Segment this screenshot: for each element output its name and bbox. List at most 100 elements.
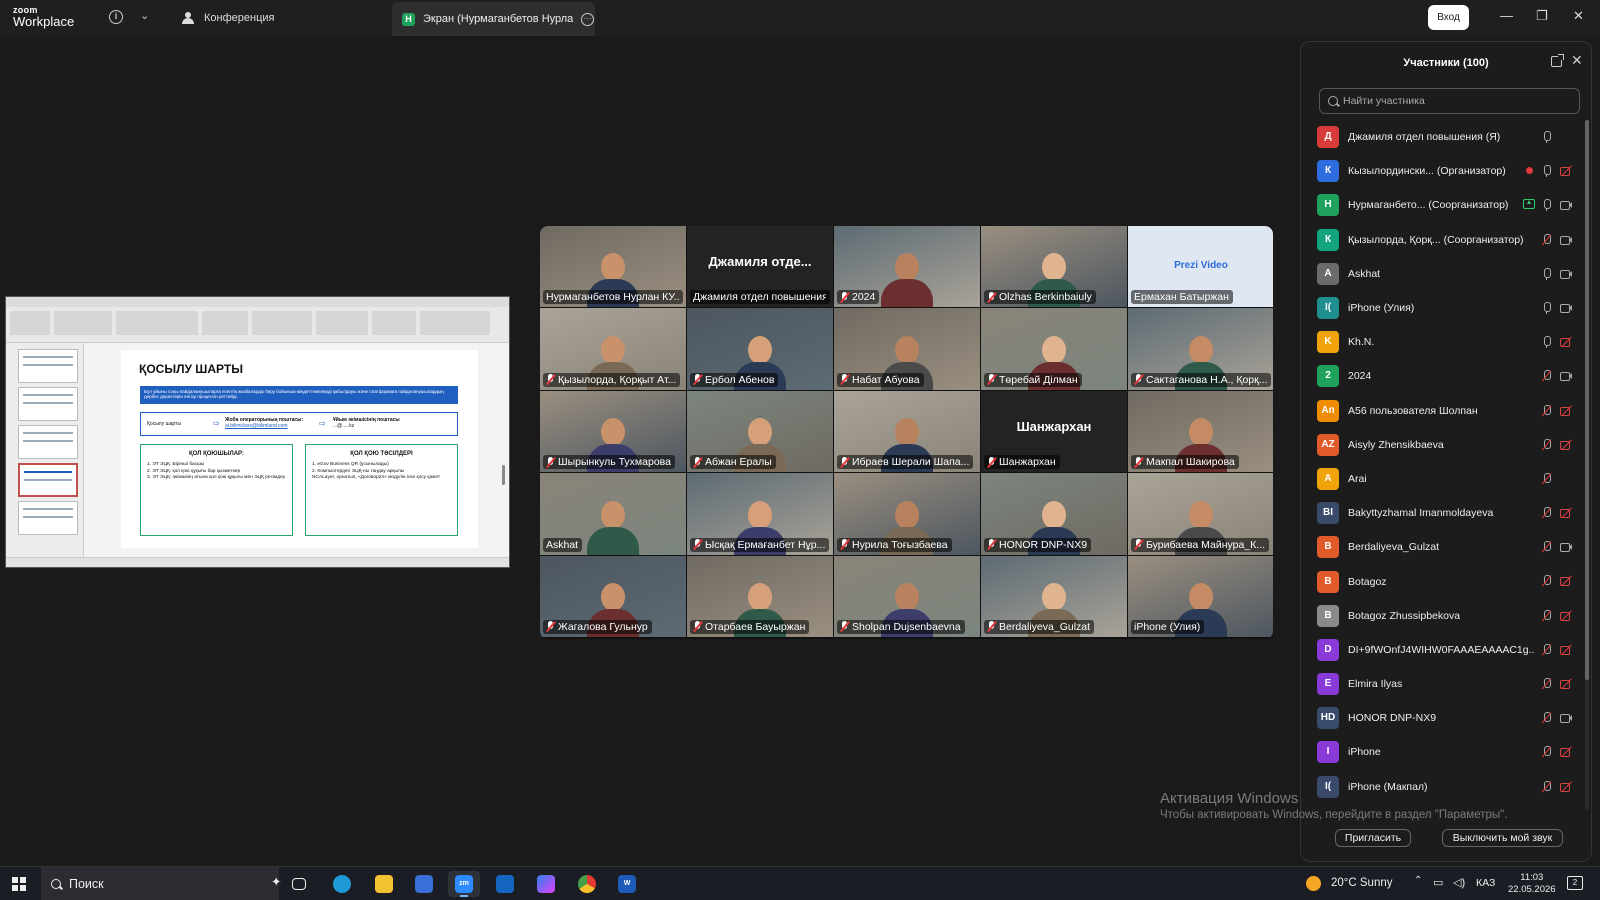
- outlook-icon[interactable]: [489, 871, 521, 897]
- camera-icon[interactable]: [1560, 541, 1572, 553]
- store-icon[interactable]: [408, 871, 440, 897]
- microphone-icon[interactable]: [1541, 336, 1553, 349]
- task-view-icon[interactable]: [283, 871, 315, 897]
- popout-icon[interactable]: [1551, 54, 1564, 67]
- sun-icon[interactable]: [1306, 876, 1321, 891]
- mic-muted-icon[interactable]: [1541, 370, 1553, 382]
- volume-icon[interactable]: ◁): [1453, 876, 1465, 889]
- participant-list-scrollbar[interactable]: [1585, 120, 1589, 810]
- microphone-icon[interactable]: [1541, 301, 1553, 314]
- tab-shared-screen[interactable]: Н Экран (Нурмаганбетов Нурлан КУ ···: [392, 2, 595, 36]
- participant-row[interactable]: A Askhat: [1301, 257, 1585, 291]
- video-tile[interactable]: Төребай Ділман: [981, 308, 1127, 390]
- microphone-icon[interactable]: [1541, 165, 1553, 178]
- mic-muted-icon[interactable]: [1541, 507, 1553, 519]
- video-tile[interactable]: Набат Абуова: [834, 308, 980, 390]
- video-tile[interactable]: Olzhas Berkinbaiuly: [981, 226, 1127, 308]
- participant-row[interactable]: B Botagoz Zhussipbekova: [1301, 599, 1585, 633]
- participant-row[interactable]: 2 2024: [1301, 359, 1585, 393]
- participant-list[interactable]: Д Джамиля отдел повышения (Я) К Кызылординс…: [1301, 120, 1585, 810]
- participant-search[interactable]: [1319, 88, 1580, 114]
- participant-row[interactable]: BI Bakyttyzhamal Imanmoldayeva: [1301, 496, 1585, 530]
- camera-icon[interactable]: [1560, 268, 1572, 280]
- participant-row[interactable]: E Elmira Ilyas: [1301, 667, 1585, 701]
- video-tile[interactable]: Нурила Тоғызбаева: [834, 473, 980, 555]
- video-tile[interactable]: Askhat: [540, 473, 686, 555]
- microphone-icon[interactable]: [1541, 199, 1553, 212]
- video-tile[interactable]: Prezi Video Ермахан Батыржан: [1128, 226, 1273, 308]
- video-tile[interactable]: iPhone (Улия): [1128, 555, 1273, 637]
- mic-muted-icon[interactable]: [1541, 712, 1553, 724]
- participant-row[interactable]: K Kh.N.: [1301, 325, 1585, 359]
- tab-conference[interactable]: Конференция: [182, 0, 274, 36]
- ppt-scrollbar[interactable]: [502, 465, 505, 485]
- participant-row[interactable]: К Кызылордински... (Организатор): [1301, 154, 1585, 188]
- mic-muted-icon[interactable]: [1541, 678, 1553, 690]
- windows-start-icon[interactable]: [12, 877, 26, 891]
- participant-row[interactable]: A Arai: [1301, 462, 1585, 496]
- mic-muted-icon[interactable]: [1541, 746, 1553, 758]
- zoom-taskbar-icon[interactable]: zm: [448, 871, 480, 897]
- mic-muted-icon[interactable]: [1541, 609, 1553, 622]
- camera-off-icon[interactable]: [1560, 439, 1572, 451]
- minimize-icon[interactable]: —: [1500, 8, 1513, 23]
- camera-icon[interactable]: [1560, 234, 1572, 246]
- participant-row[interactable]: Н Нурмаганбето... (Соорганизатор): [1301, 188, 1585, 222]
- mic-muted-icon[interactable]: [1541, 233, 1553, 246]
- camera-off-icon[interactable]: [1560, 678, 1572, 690]
- language-indicator[interactable]: КАЗ: [1476, 877, 1495, 889]
- video-tile[interactable]: Ибраев Шерали Шапа...: [834, 390, 980, 473]
- participant-row[interactable]: HD HONOR DNP-NX9: [1301, 701, 1585, 735]
- video-tile[interactable]: Бурибаева Майнура_К...: [1128, 473, 1273, 555]
- close-panel-icon[interactable]: ✕: [1571, 52, 1583, 69]
- notification-icon[interactable]: 2: [1567, 876, 1583, 890]
- close-window-icon[interactable]: ✕: [1573, 8, 1584, 24]
- network-icon[interactable]: ▭: [1433, 876, 1443, 889]
- info-icon[interactable]: i: [109, 10, 123, 24]
- camera-off-icon[interactable]: [1560, 507, 1572, 519]
- taskbar-search[interactable]: Поиск ✦: [41, 867, 281, 900]
- video-tile[interactable]: Ербол Абенов: [687, 308, 833, 390]
- video-tile[interactable]: Нурмаганбетов Нурлан КУ...: [540, 226, 686, 308]
- participant-row[interactable]: B Botagoz: [1301, 564, 1585, 598]
- m365-icon[interactable]: [530, 871, 562, 897]
- participant-row[interactable]: Д Джамиля отдел повышения (Я): [1301, 120, 1585, 154]
- camera-off-icon[interactable]: [1560, 781, 1572, 793]
- weather-text[interactable]: 20°C Sunny: [1331, 877, 1393, 889]
- participant-search-input[interactable]: [1343, 95, 1573, 107]
- video-tile[interactable]: Қызылорда, Қорқыт Ат...: [540, 308, 686, 390]
- video-tile[interactable]: Sholpan Dujsenbaevna: [834, 555, 980, 637]
- word-icon[interactable]: W: [611, 871, 643, 897]
- video-tile[interactable]: Berdaliyeva_Gulzat: [981, 555, 1127, 637]
- camera-icon[interactable]: [1560, 712, 1572, 724]
- participant-row[interactable]: B Berdaliyeva_Gulzat: [1301, 530, 1585, 564]
- camera-icon[interactable]: [1560, 199, 1572, 211]
- video-tile[interactable]: Джамиля отде... Джамиля отдел повышения: [687, 226, 833, 308]
- microphone-icon[interactable]: [1541, 131, 1553, 143]
- invite-button[interactable]: Пригласить: [1335, 829, 1411, 847]
- camera-icon[interactable]: [1560, 302, 1572, 314]
- signin-button[interactable]: Вход: [1428, 5, 1469, 30]
- mic-muted-icon[interactable]: [1541, 472, 1553, 485]
- camera-off-icon[interactable]: [1560, 644, 1572, 656]
- mute-me-button[interactable]: Выключить мой звук: [1442, 829, 1563, 847]
- video-tile[interactable]: 2024: [834, 226, 980, 308]
- chevron-up-icon[interactable]: ⌃: [1414, 875, 1422, 886]
- file-explorer-icon[interactable]: [368, 871, 400, 897]
- video-tile[interactable]: Жагалова Гульнур: [540, 555, 686, 637]
- camera-off-icon[interactable]: [1560, 336, 1572, 348]
- participant-row[interactable]: IiPhone: [1301, 735, 1585, 769]
- mic-muted-icon[interactable]: [1541, 404, 1553, 417]
- edge-icon[interactable]: [326, 871, 358, 897]
- video-tile[interactable]: Абжан Ералы: [687, 390, 833, 473]
- mic-muted-icon[interactable]: [1541, 575, 1553, 587]
- more-options-icon[interactable]: ···: [581, 12, 594, 26]
- video-tile[interactable]: Отарбаев Бауыржан: [687, 555, 833, 637]
- participant-row[interactable]: AZ Aisyly Zhensikbaeva: [1301, 428, 1585, 462]
- participant-row[interactable]: D DI+9fWOnfJ4WIHW0FAAAEAAAAC1g...: [1301, 633, 1585, 667]
- camera-off-icon[interactable]: [1560, 575, 1572, 587]
- video-tile[interactable]: Ысқақ Ермағанбет Нұр...: [687, 473, 833, 555]
- camera-off-icon[interactable]: [1560, 405, 1572, 417]
- video-tile[interactable]: Шанжархан Шанжархан: [981, 390, 1127, 473]
- microphone-icon[interactable]: [1541, 267, 1553, 280]
